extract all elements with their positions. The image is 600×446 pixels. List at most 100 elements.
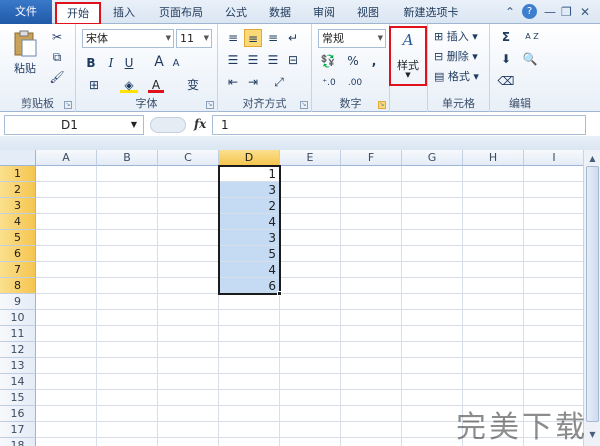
orientation-icon[interactable]: ⤢: [268, 73, 290, 91]
column-header-c[interactable]: C: [158, 150, 219, 166]
cell-d4[interactable]: 4: [219, 214, 280, 230]
cell-b11[interactable]: [97, 326, 158, 342]
bold-button[interactable]: B: [84, 54, 98, 72]
dialog-launcher-icon[interactable]: ↘: [378, 101, 386, 109]
cell-c6[interactable]: [158, 246, 219, 262]
cell-c7[interactable]: [158, 262, 219, 278]
cell-e17[interactable]: [280, 422, 341, 438]
cell-d2[interactable]: 3: [219, 182, 280, 198]
cell-g6[interactable]: [402, 246, 463, 262]
cell-f15[interactable]: [341, 390, 402, 406]
format-cells-button[interactable]: ▤ 格式 ▾: [434, 68, 479, 86]
cell-a16[interactable]: [36, 406, 97, 422]
tab-file[interactable]: 文件: [0, 0, 52, 24]
cell-f16[interactable]: [341, 406, 402, 422]
cell-c8[interactable]: [158, 278, 219, 294]
cell-d5[interactable]: 3: [219, 230, 280, 246]
cell-a2[interactable]: [36, 182, 97, 198]
cell-f9[interactable]: [341, 294, 402, 310]
cell-c13[interactable]: [158, 358, 219, 374]
cell-e6[interactable]: [280, 246, 341, 262]
align-left-icon[interactable]: ☰: [224, 51, 242, 69]
row-header-9[interactable]: 9: [0, 294, 36, 310]
cell-c9[interactable]: [158, 294, 219, 310]
cell-e7[interactable]: [280, 262, 341, 278]
cell-b18[interactable]: [97, 438, 158, 446]
cell-e3[interactable]: [280, 198, 341, 214]
cell-d10[interactable]: [219, 310, 280, 326]
cell-f3[interactable]: [341, 198, 402, 214]
fill-color-icon[interactable]: ◈: [120, 76, 138, 93]
italic-button[interactable]: I: [104, 54, 118, 72]
cell-f13[interactable]: [341, 358, 402, 374]
cell-c3[interactable]: [158, 198, 219, 214]
row-header-1[interactable]: 1: [0, 166, 36, 182]
tab-formulas[interactable]: 公式: [216, 3, 256, 24]
cell-f1[interactable]: [341, 166, 402, 182]
cell-a7[interactable]: [36, 262, 97, 278]
cell-h2[interactable]: [463, 182, 524, 198]
tab-new-tab[interactable]: 新建选项卡: [394, 3, 468, 24]
cell-f5[interactable]: [341, 230, 402, 246]
cut-icon[interactable]: ✂: [48, 28, 66, 46]
cell-e13[interactable]: [280, 358, 341, 374]
cell-c11[interactable]: [158, 326, 219, 342]
cell-b7[interactable]: [97, 262, 158, 278]
comma-button[interactable]: ,: [368, 52, 380, 70]
cell-i1[interactable]: [524, 166, 583, 182]
cell-f10[interactable]: [341, 310, 402, 326]
cell-i5[interactable]: [524, 230, 583, 246]
cell-b5[interactable]: [97, 230, 158, 246]
fill-icon[interactable]: ⬇: [496, 50, 516, 68]
insert-cells-button[interactable]: ⊞ 插入 ▾: [434, 28, 478, 46]
underline-button[interactable]: U: [122, 54, 136, 72]
column-header-a[interactable]: A: [36, 150, 97, 166]
cell-f4[interactable]: [341, 214, 402, 230]
paste-button[interactable]: 粘贴: [14, 60, 36, 78]
tab-page-layout[interactable]: 页面布局: [150, 3, 212, 24]
cell-g8[interactable]: [402, 278, 463, 294]
cell-g9[interactable]: [402, 294, 463, 310]
row-header-16[interactable]: 16: [0, 406, 36, 422]
cell-a1[interactable]: [36, 166, 97, 182]
cell-d7[interactable]: 4: [219, 262, 280, 278]
cell-d15[interactable]: [219, 390, 280, 406]
cell-d17[interactable]: [219, 422, 280, 438]
cell-h4[interactable]: [463, 214, 524, 230]
cell-b9[interactable]: [97, 294, 158, 310]
tab-insert[interactable]: 插入: [104, 3, 144, 24]
paste-icon[interactable]: [12, 30, 38, 58]
row-header-12[interactable]: 12: [0, 342, 36, 358]
cell-a5[interactable]: [36, 230, 97, 246]
sort-filter-button[interactable]: A Z: [520, 28, 544, 46]
tab-review[interactable]: 审阅: [304, 3, 344, 24]
cell-g5[interactable]: [402, 230, 463, 246]
cell-f14[interactable]: [341, 374, 402, 390]
cell-c5[interactable]: [158, 230, 219, 246]
column-header-e[interactable]: E: [280, 150, 341, 166]
cell-a10[interactable]: [36, 310, 97, 326]
select-all-button[interactable]: [0, 150, 36, 166]
cell-d16[interactable]: [219, 406, 280, 422]
cell-g18[interactable]: [402, 438, 463, 446]
column-header-d[interactable]: D: [219, 150, 280, 166]
cell-h7[interactable]: [463, 262, 524, 278]
row-header-13[interactable]: 13: [0, 358, 36, 374]
merge-cells-icon[interactable]: ⊟: [284, 51, 302, 69]
cell-i8[interactable]: [524, 278, 583, 294]
cell-f11[interactable]: [341, 326, 402, 342]
increase-indent-icon[interactable]: ⇥: [244, 73, 262, 91]
row-header-10[interactable]: 10: [0, 310, 36, 326]
minimize-icon[interactable]: —: [544, 5, 556, 19]
cell-i11[interactable]: [524, 326, 583, 342]
cell-e18[interactable]: [280, 438, 341, 446]
cell-e8[interactable]: [280, 278, 341, 294]
increase-decimal-button[interactable]: ⁺.0: [318, 74, 340, 92]
cell-h6[interactable]: [463, 246, 524, 262]
cell-c14[interactable]: [158, 374, 219, 390]
align-center-icon[interactable]: ☰: [244, 51, 262, 69]
cell-a9[interactable]: [36, 294, 97, 310]
chevron-down-icon[interactable]: ▼: [131, 116, 137, 134]
find-icon[interactable]: 🔍: [520, 50, 540, 68]
number-format-select[interactable]: 常规 ▼: [318, 29, 386, 48]
